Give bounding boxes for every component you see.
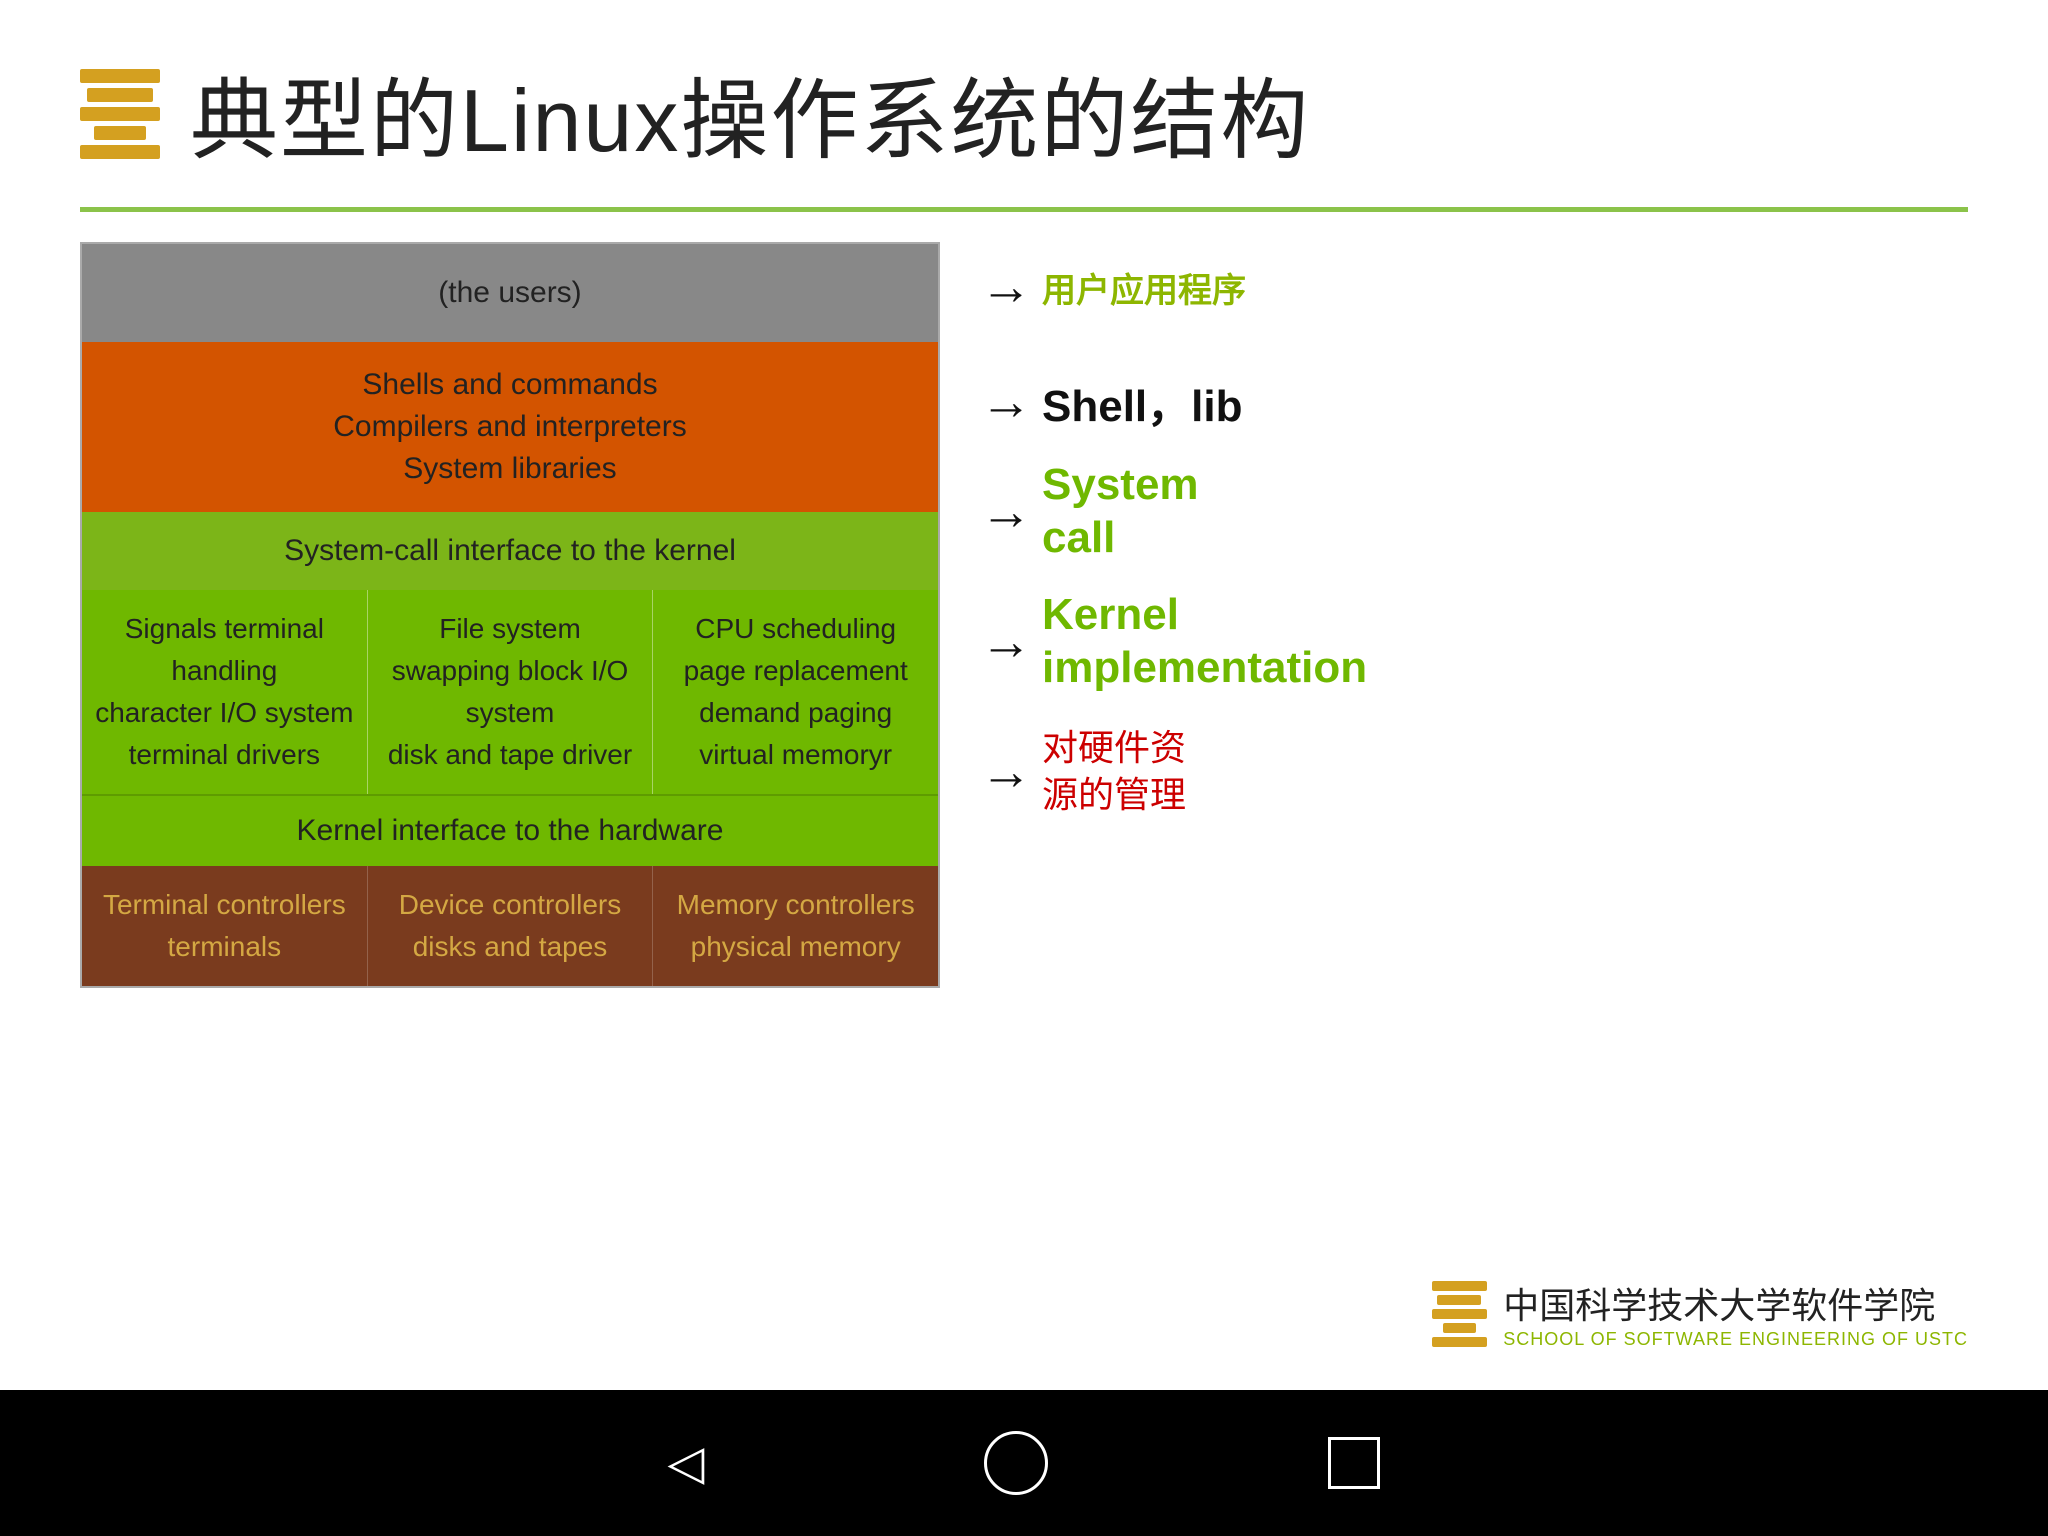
footer-logo: 中国科学技术大学软件学院 SCHOOL OF SOFTWARE ENGINEER… — [1432, 1277, 1968, 1350]
nav-recent-button[interactable]: □ — [1328, 1437, 1380, 1489]
users-label: (the users) — [438, 276, 581, 309]
hw-right-label: → 对硬件资 源的管理 — [980, 732, 1460, 812]
shell-label-text: Shell，lib — [1042, 370, 1242, 434]
footer-text: 中国科学技术大学软件学院 SCHOOL OF SOFTWARE ENGINEER… — [1503, 1277, 1968, 1350]
kernel-col-3: CPU scheduling page replacement demand p… — [653, 590, 938, 794]
right-labels: → 用户应用程序 → Shell，lib → System call → — [940, 242, 1460, 812]
kernel-col1-l1: Signals terminal — [94, 608, 355, 650]
arrow-hw: → — [980, 746, 1032, 798]
ctrl-col3-l2: physical memory — [665, 926, 926, 968]
footer-logo-icon — [1432, 1281, 1487, 1347]
orange-line2: Compilers and interpreters — [102, 406, 918, 448]
users-label-text: 用户应用程序 — [1042, 263, 1246, 312]
kernel-col1-l2: handling — [94, 650, 355, 692]
kernel-col3-l2: page replacement — [665, 650, 926, 692]
kernel-col3-l4: virtual memoryr — [665, 734, 926, 776]
nav-back-button[interactable]: ◁ — [668, 1435, 705, 1491]
ctrl-col2-l2: disks and tapes — [380, 926, 641, 968]
ctrl-col-2: Device controllers disks and tapes — [368, 866, 654, 986]
orange-line1: Shells and commands — [102, 364, 918, 406]
kernel-label-text: Kernel implementation — [1042, 589, 1367, 695]
header-logo — [80, 69, 160, 159]
kernel-col-1: Signals terminal handling character I/O … — [82, 590, 368, 794]
controllers-layer: Terminal controllers terminals Device co… — [82, 866, 938, 986]
ctrl-col2-l1: Device controllers — [380, 884, 641, 926]
syscall-right-label: → System call — [980, 472, 1460, 552]
kernel-right-label: → Kernel implementation — [980, 552, 1460, 732]
ctrl-col3-l1: Memory controllers — [665, 884, 926, 926]
architecture-diagram: (the users) Shells and commands Compiler… — [80, 242, 940, 988]
syscall-label: System-call interface to the kernel — [284, 534, 736, 567]
arrow-shell: → — [980, 376, 1032, 428]
navigation-bar: ◁ ○ □ — [0, 1390, 2048, 1536]
kernel-col1-l4: terminal drivers — [94, 734, 355, 776]
footer-en: SCHOOL OF SOFTWARE ENGINEERING OF USTC — [1503, 1329, 1968, 1350]
kernel-col2-l3: system — [380, 692, 641, 734]
kernel-col1-l3: character I/O system — [94, 692, 355, 734]
footer-cn: 中国科学技术大学软件学院 — [1503, 1277, 1968, 1329]
header: 典型的Linux操作系统的结构 — [0, 0, 2048, 177]
orange-layer: Shells and commands Compilers and interp… — [82, 342, 938, 512]
syscall-layer: System-call interface to the kernel — [82, 512, 938, 590]
main-content: (the users) Shells and commands Compiler… — [0, 232, 2048, 988]
kernel-col3-l1: CPU scheduling — [665, 608, 926, 650]
kernel-col-2: File system swapping block I/O system di… — [368, 590, 654, 794]
shell-right-label: → Shell，lib — [980, 332, 1460, 472]
orange-line3: System libraries — [102, 448, 918, 490]
users-right-label: → 用户应用程序 — [980, 242, 1460, 332]
hw-interface-label: Kernel interface to the hardware — [297, 814, 724, 847]
nav-home-button[interactable]: ○ — [984, 1431, 1048, 1495]
page-title: 典型的Linux操作系统的结构 — [190, 50, 1310, 177]
ctrl-col1-l2: terminals — [94, 926, 355, 968]
kernel-layer: Signals terminal handling character I/O … — [82, 590, 938, 794]
users-layer: (the users) — [82, 244, 938, 342]
kernel-col3-l3: demand paging — [665, 692, 926, 734]
arrow-users: → — [980, 261, 1032, 313]
hw-interface-layer: Kernel interface to the hardware — [82, 794, 938, 866]
ctrl-col-3: Memory controllers physical memory — [653, 866, 938, 986]
header-divider — [80, 207, 1968, 212]
slide-area: 典型的Linux操作系统的结构 (the users) Shells and c… — [0, 0, 2048, 1390]
kernel-col2-l4: disk and tape driver — [380, 734, 641, 776]
ctrl-col-1: Terminal controllers terminals — [82, 866, 368, 986]
ctrl-col1-l1: Terminal controllers — [94, 884, 355, 926]
hw-label-text: 对硬件资 源的管理 — [1042, 725, 1186, 819]
syscall-label-text: System call — [1042, 459, 1199, 565]
arrow-kernel: → — [980, 616, 1032, 668]
kernel-col2-l2: swapping block I/O — [380, 650, 641, 692]
kernel-col2-l1: File system — [380, 608, 641, 650]
arrow-syscall: → — [980, 486, 1032, 538]
